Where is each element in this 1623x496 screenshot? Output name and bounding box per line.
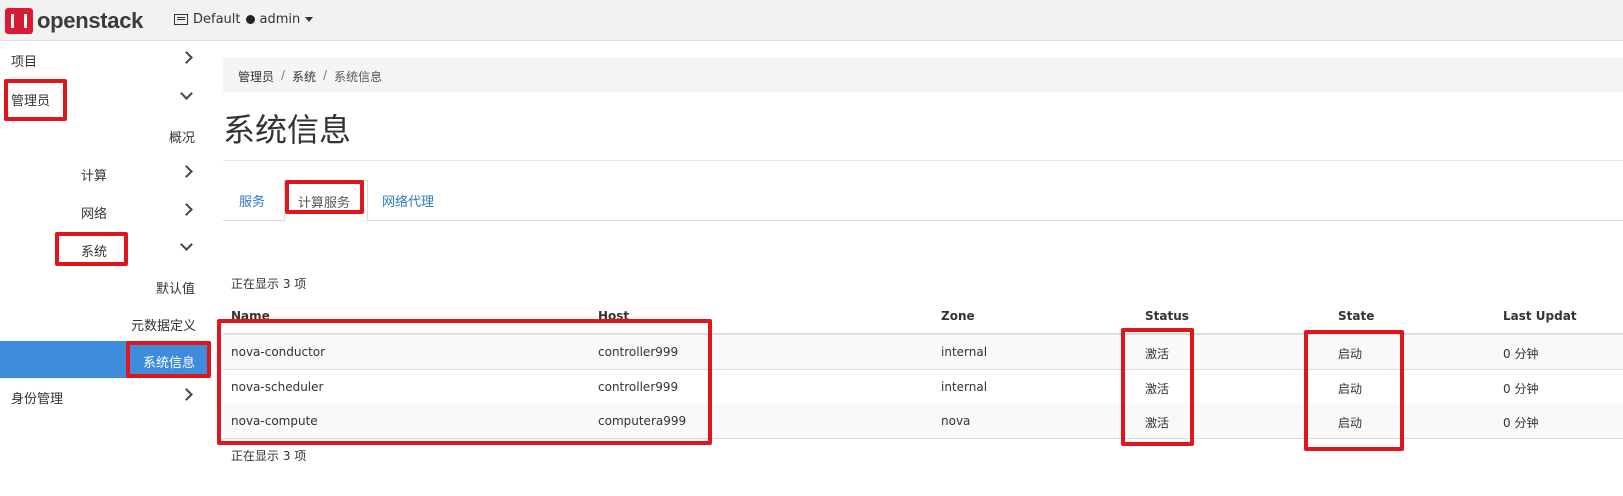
chevron-down-icon [180,87,193,100]
sidebar-item-label: 默认值 [156,282,196,297]
cell-last-updated: 0 分钟 [1503,382,1539,396]
tab-label: 网络代理 [382,195,435,210]
column-header-last-updated[interactable]: Last Updat [1503,309,1577,323]
caret-down-icon [305,17,314,22]
cell-last-updated: 0 分钟 [1503,416,1539,430]
cell-last-updated: 0 分钟 [1503,347,1539,361]
user-name: admin [259,12,301,27]
cell-zone: internal [941,380,988,394]
openstack-logo[interactable]: openstack [5,8,143,34]
item-count-top: 正在显示 3 项 [231,277,307,291]
sidebar-item-overview[interactable]: 概况 [0,117,210,153]
sidebar-item-label: 身份管理 [11,392,64,407]
sidebar-item-label: 网络 [81,207,108,222]
breadcrumb-separator: / [281,68,286,82]
top-navbar: openstack Default admin [0,0,1623,41]
page-title: 系统信息 [223,111,352,149]
sidebar-item-label: 项目 [11,55,38,70]
chevron-right-icon [180,51,193,64]
breadcrumb-item-system[interactable]: 系统 [292,68,316,85]
sidebar-item-label: 元数据定义 [131,319,197,334]
column-header-status[interactable]: Status [1145,309,1189,323]
breadcrumb-item-admin[interactable]: 管理员 [238,68,274,85]
highlight-box-system [55,232,128,266]
project-picker[interactable]: Default admin [174,12,314,27]
cell-zone: nova [941,414,971,428]
sidebar-item-metadata[interactable]: 元数据定义 [0,305,210,341]
breadcrumb-separator: / [323,68,328,82]
highlight-box-compute-tab [285,180,364,214]
breadcrumb-item-current: 系统信息 [334,70,383,84]
chevron-down-icon [180,238,193,251]
tab-network-agents[interactable]: 网络代理 [368,180,448,220]
tab-label: 服务 [239,195,266,210]
tab-bar: 服务 计算服务 网络代理 [223,180,1623,222]
logo-text: openstack [37,8,144,33]
item-count-bottom: 正在显示 3 项 [231,449,307,463]
chevron-right-icon [180,203,193,216]
separator-dot-icon [245,15,255,24]
highlight-box-admin [4,79,67,121]
breadcrumb: 管理员 / 系统 / 系统信息 [223,58,1623,92]
sidebar-item-defaults[interactable]: 默认值 [0,268,210,304]
highlight-box-name-host [217,319,712,445]
chevron-right-icon [180,388,193,401]
sidebar-item-label: 计算 [81,169,108,184]
divider [223,160,1623,161]
sidebar-item-label: 概况 [169,131,196,146]
highlight-box-status [1121,328,1194,446]
sidebar-item-identity[interactable]: 身份管理 [0,378,210,414]
sidebar-item-project[interactable]: 项目 [0,41,210,77]
tab-services[interactable]: 服务 [223,180,283,220]
domain-name: Default [193,12,241,27]
highlight-box-state [1304,330,1404,451]
column-header-state[interactable]: State [1338,309,1374,323]
sidebar-item-compute[interactable]: 计算 [0,155,210,191]
cell-zone: internal [941,345,988,359]
sidebar-item-network[interactable]: 网络 [0,193,210,229]
chevron-right-icon [180,165,193,178]
openstack-logo-icon [5,8,33,34]
project-icon [174,14,188,25]
highlight-box-system-info [126,341,211,378]
column-header-zone[interactable]: Zone [941,309,975,323]
